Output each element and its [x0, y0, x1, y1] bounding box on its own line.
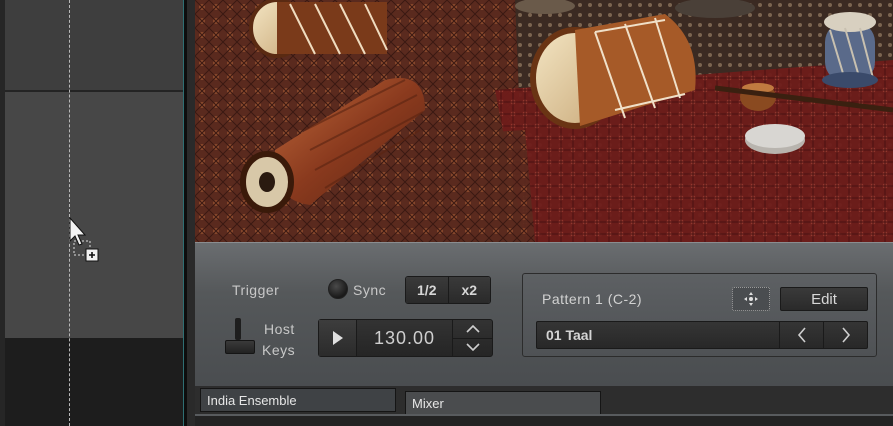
- host-label-line2: Keys: [262, 342, 296, 358]
- host-keys-switch[interactable]: [225, 318, 255, 358]
- cursor-copy-icon: [68, 216, 104, 267]
- speed-button-group: 1/2 x2: [405, 276, 491, 304]
- play-icon: [332, 331, 343, 345]
- splitter-highlight: [183, 0, 184, 426]
- drag-pattern-button[interactable]: [732, 287, 770, 311]
- tempo-down-button[interactable]: [453, 337, 492, 357]
- tab-bar: India Ensemble Mixer: [195, 386, 893, 426]
- track-area[interactable]: [0, 0, 183, 426]
- previous-pattern-button[interactable]: [779, 322, 823, 348]
- tempo-control: 130.00: [318, 319, 493, 357]
- track-lane-top[interactable]: [5, 0, 183, 90]
- pattern-panel: Pattern 1 (C-2) Edit 01 Taal: [522, 273, 877, 357]
- switch-base: [225, 340, 255, 354]
- pattern-name: Pattern 1 (C-2): [542, 291, 643, 307]
- tempo-value[interactable]: 130.00: [357, 328, 452, 349]
- chevron-up-icon: [465, 324, 480, 333]
- next-pattern-button[interactable]: [823, 322, 867, 348]
- playhead-line: [69, 0, 70, 426]
- chevron-left-icon: [797, 327, 806, 343]
- chevron-down-icon: [465, 343, 480, 352]
- tempo-stepper: [452, 320, 492, 356]
- edit-button[interactable]: Edit: [780, 287, 868, 311]
- double-speed-button[interactable]: x2: [447, 277, 490, 303]
- tab-mixer[interactable]: Mixer: [405, 391, 601, 415]
- tempo-up-button[interactable]: [453, 320, 492, 338]
- bottom-strip: [195, 416, 893, 426]
- track-lane-middle[interactable]: [5, 92, 183, 338]
- move-icon: [744, 292, 758, 306]
- control-panel: Trigger Sync 1/2 x2 Host Keys 130.00 Pat…: [195, 242, 893, 386]
- instrument-panel: Trigger Sync 1/2 x2 Host Keys 130.00 Pat…: [187, 0, 893, 426]
- sync-toggle[interactable]: [328, 279, 348, 299]
- play-button[interactable]: [319, 320, 357, 356]
- chevron-right-icon: [841, 327, 850, 343]
- host-keys-label: Host Keys: [262, 319, 295, 361]
- tab-india-ensemble[interactable]: India Ensemble: [200, 388, 396, 412]
- half-speed-button[interactable]: 1/2: [406, 277, 448, 303]
- switch-lever: [235, 318, 241, 340]
- pattern-selected-value[interactable]: 01 Taal: [537, 327, 779, 343]
- host-label-line1: Host: [264, 321, 295, 337]
- pattern-selector[interactable]: 01 Taal: [536, 321, 868, 349]
- trigger-label: Trigger: [232, 282, 280, 298]
- track-lane-bottom[interactable]: [5, 338, 183, 426]
- instrument-artwork: [195, 0, 893, 242]
- sync-label: Sync: [353, 282, 387, 298]
